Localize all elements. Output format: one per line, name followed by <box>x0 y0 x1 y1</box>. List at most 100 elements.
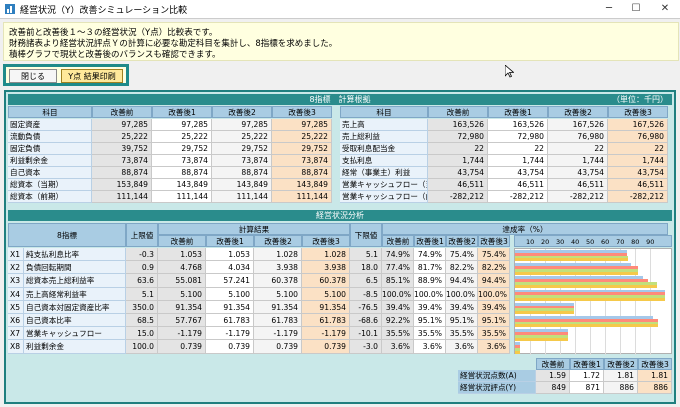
indicator-rate: 35.5% <box>478 327 510 341</box>
maximize-button[interactable]: ☐ <box>623 1 649 17</box>
basis-right-label: 営業キャッシュフロー（前期） <box>340 191 428 203</box>
indicator-rate: 74.9% <box>382 248 414 262</box>
info-line-3: 積棒グラフで現状と改善後のバランスも確認できます。 <box>9 50 221 60</box>
basis-right-value: 1,744 <box>548 155 608 167</box>
basis-right-value: 22 <box>608 143 668 155</box>
indicator-calc: 55.081 <box>158 274 206 288</box>
indicator-upper: 350.0 <box>126 300 158 314</box>
indicator-rate: 100.0% <box>446 287 478 301</box>
basis-left-value: 25,222 <box>212 131 272 143</box>
indicator-upper: 63.6 <box>126 274 158 288</box>
basis-right-label: 売上総利益 <box>340 131 428 143</box>
basis-right-header: 改善後3 <box>608 106 668 118</box>
basis-right-value: 76,980 <box>548 131 608 143</box>
basis-left-value: 143,849 <box>152 179 212 191</box>
basis-right-value: 76,980 <box>608 131 668 143</box>
basis-right-value: 1,744 <box>428 155 488 167</box>
summary-value: 1.59 <box>536 369 570 382</box>
indicator-name: 利益剰余金 <box>24 340 126 354</box>
basis-left-value: 39,752 <box>92 143 152 155</box>
indicator-name: 純支払利息比率 <box>24 248 126 262</box>
basis-right-value: 72,980 <box>488 131 548 143</box>
rate-bar <box>515 324 658 328</box>
summary-value: 1.72 <box>570 369 604 382</box>
indicator-calc: -1.179 <box>206 327 254 341</box>
indicator-rate: 35.5% <box>414 327 446 341</box>
indicator-rate: 95.1% <box>478 314 510 328</box>
analysis-calc-subheader: 改善後1 <box>206 235 254 247</box>
summary-value: 871 <box>570 381 604 394</box>
indicator-lower: -10.1 <box>350 327 382 341</box>
summary-value: 886 <box>638 381 672 394</box>
close-window-button[interactable]: ✕ <box>652 1 678 17</box>
indicator-calc: 4.768 <box>158 261 206 275</box>
indicator-rate: 94.4% <box>478 274 510 288</box>
summary-header: 改善前 <box>536 357 570 370</box>
basis-right-value: -282,212 <box>488 191 548 203</box>
basis-right-header: 改善後2 <box>548 106 608 118</box>
analysis-rate-subheader: 改善後3 <box>478 235 510 247</box>
analysis-calc-header: 計算結果 <box>158 223 350 235</box>
info-box: 改善前と改善後１～３の経営状況（Y点）比較表です。 財務諸表より経営状況評点Ｙの… <box>3 22 679 61</box>
indicator-calc: 3.938 <box>302 261 350 275</box>
indicator-rate: 94.4% <box>446 274 478 288</box>
indicator-rate: 82.2% <box>446 261 478 275</box>
basis-right-value: -282,212 <box>548 191 608 203</box>
indicator-calc: 5.100 <box>254 287 302 301</box>
indicator-calc: 61.783 <box>302 314 350 328</box>
minimize-button[interactable]: ─ <box>596 1 622 17</box>
basis-right-value: 43,754 <box>608 167 668 179</box>
close-button[interactable]: 閉じる <box>9 69 57 83</box>
basis-left-value: 111,144 <box>152 191 212 203</box>
indicator-name: 自己資本対固定資産比率 <box>24 300 126 314</box>
indicator-upper: -0.3 <box>126 248 158 262</box>
indicator-rate: 95.1% <box>414 314 446 328</box>
basis-right-header: 改善前 <box>428 106 488 118</box>
basis-right-value: 22 <box>548 143 608 155</box>
basis-left-header: 科目 <box>8 106 92 118</box>
main-panel: 8指標 計算根拠 （単位：千円） 科目 科目 改善前 改善前 改善後1 改善後1 改善後2 改善後… <box>4 90 676 404</box>
basis-left-value: 73,874 <box>152 155 212 167</box>
analysis-index-header: 8指標 <box>8 223 126 247</box>
indicator-name: 総資本売上総利益率 <box>24 274 126 288</box>
analysis-rate-subheader: 改善前 <box>382 235 414 247</box>
summary-header: 改善後2 <box>604 357 638 370</box>
indicator-rate: 100.0% <box>478 287 510 301</box>
basis-left-value: 88,874 <box>92 167 152 179</box>
rate-axis-tick: 70 <box>616 238 625 246</box>
summary-value: 1.81 <box>638 369 672 382</box>
analysis-rate-subheader: 改善後2 <box>446 235 478 247</box>
basis-left-header: 改善後1 <box>152 106 212 118</box>
basis-right-header: 改善後1 <box>488 106 548 118</box>
basis-right-value: -282,212 <box>608 191 668 203</box>
mouse-cursor-icon <box>505 65 514 78</box>
rate-axis-tick: 80 <box>631 238 640 246</box>
indicator-calc: 91.354 <box>206 300 254 314</box>
summary-value: 849 <box>536 381 570 394</box>
indicator-name: 営業キャッシュフロー <box>24 327 126 341</box>
basis-left-value: 143,849 <box>212 179 272 191</box>
indicator-lower: -3.0 <box>350 340 382 354</box>
indicator-calc: 1.028 <box>302 248 350 262</box>
indicator-calc: 57.767 <box>158 314 206 328</box>
indicator-calc: 5.100 <box>302 287 350 301</box>
rate-axis-ticks: 10 20 30 40 50 60 70 80 90 <box>514 235 672 247</box>
summary-value: 1.81 <box>604 369 638 382</box>
indicator-name: 売上高経常利益率 <box>24 287 126 301</box>
basis-left-value: 73,874 <box>212 155 272 167</box>
indicator-calc: 4.034 <box>206 261 254 275</box>
indicator-calc: 60.378 <box>302 274 350 288</box>
indicator-rate: 92.2% <box>382 314 414 328</box>
rate-bar <box>515 298 666 301</box>
basis-right-value: 22 <box>488 143 548 155</box>
window-title: 経営状況（Y）改善シミュレーション比較 <box>20 6 188 16</box>
indicator-calc: -1.179 <box>158 327 206 341</box>
indicator-lower: 5.1 <box>350 248 382 262</box>
print-result-button[interactable]: Y点 結果印刷 <box>61 69 123 83</box>
indicator-calc: 0.739 <box>302 340 350 354</box>
indicator-lower: 6.5 <box>350 274 382 288</box>
indicator-calc: 5.100 <box>158 287 206 301</box>
basis-right-value: 46,511 <box>608 179 668 191</box>
analysis-upper-header: 上限値 <box>126 223 158 247</box>
indicator-rate: 39.4% <box>446 300 478 314</box>
